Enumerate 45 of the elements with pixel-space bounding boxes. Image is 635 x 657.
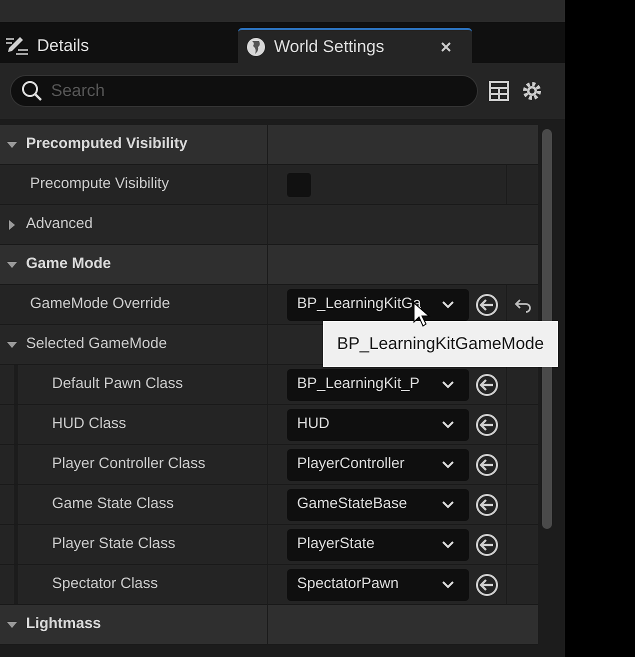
settings-icon[interactable] xyxy=(520,79,544,103)
use-selected-icon[interactable] xyxy=(475,412,499,436)
chevron-down-icon xyxy=(441,580,455,590)
property-label: Precompute Visibility xyxy=(29,174,169,194)
use-selected-icon[interactable] xyxy=(475,572,499,596)
reset-arrow-icon[interactable] xyxy=(514,296,532,312)
globe-icon xyxy=(246,36,266,56)
property-label: Player Controller Class xyxy=(51,454,206,474)
category-title: Game Mode xyxy=(26,254,112,274)
use-selected-icon[interactable] xyxy=(475,372,499,396)
search-bar[interactable]: Search xyxy=(10,75,478,107)
use-selected-icon[interactable] xyxy=(475,292,499,316)
panel-tab[interactable]: World Settings xyxy=(238,28,472,63)
property-label: Player State Class xyxy=(51,534,176,554)
class-dropdown[interactable]: GameStateBase xyxy=(287,488,469,520)
close-icon[interactable] xyxy=(440,40,452,52)
property-label: Default Pawn Class xyxy=(51,374,183,394)
chevron-down-icon xyxy=(441,500,455,510)
property-label: Spectator Class xyxy=(51,574,158,594)
tooltip: BP_LearningKitGameMode xyxy=(323,321,558,367)
group-label: Advanced xyxy=(26,214,93,234)
class-dropdown[interactable]: HUD xyxy=(287,408,469,440)
chevron-down-icon xyxy=(441,460,455,470)
class-dropdown[interactable]: PlayerState xyxy=(287,528,469,560)
class-dropdown[interactable]: BP_LearningKit_P xyxy=(287,368,469,400)
search-icon xyxy=(21,80,43,102)
chevron-down-icon xyxy=(441,300,455,310)
group-label: Selected GameMode xyxy=(26,334,167,354)
panel-tab[interactable]: Details xyxy=(0,28,94,63)
class-dropdown[interactable]: PlayerController xyxy=(287,448,469,480)
chevron-down-icon xyxy=(441,540,455,550)
property-label: GameMode Override xyxy=(29,294,170,314)
use-selected-icon[interactable] xyxy=(475,532,499,556)
property-label: Game State Class xyxy=(51,494,174,514)
table-icon[interactable] xyxy=(488,80,510,102)
chevron-down-icon xyxy=(441,420,455,430)
chevron-down-icon xyxy=(441,380,455,390)
use-selected-icon[interactable] xyxy=(475,492,499,516)
use-selected-icon[interactable] xyxy=(475,452,499,476)
property-label: HUD Class xyxy=(51,414,126,434)
category-title: Precomputed Visibility xyxy=(26,134,188,154)
class-dropdown[interactable]: SpectatorPawn xyxy=(287,568,469,600)
class-dropdown[interactable]: BP_LearningKitGa xyxy=(287,288,469,320)
pencil-list-icon xyxy=(5,34,29,56)
category-title: Lightmass xyxy=(26,614,102,634)
